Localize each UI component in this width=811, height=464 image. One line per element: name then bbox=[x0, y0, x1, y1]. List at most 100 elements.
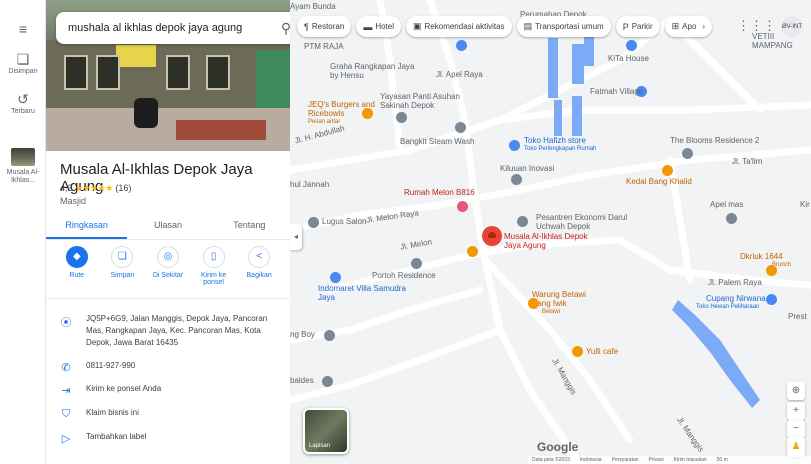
zoom-in-button[interactable]: + bbox=[787, 402, 805, 420]
tab-reviews[interactable]: Ulasan bbox=[127, 214, 208, 239]
map-label-bangkit[interactable]: Bangkit Steam Wash bbox=[400, 137, 474, 146]
map-label-graha[interactable]: Graha Rangkapan Jaya by Hensu bbox=[330, 62, 420, 80]
locate-me-button[interactable]: ⊕ bbox=[787, 382, 805, 400]
restaurant-icon[interactable] bbox=[662, 165, 673, 176]
collapse-panel-button[interactable]: ◂ bbox=[290, 224, 302, 250]
map-label-dkriuk[interactable]: Dkriuk 1644 bbox=[740, 252, 783, 261]
restaurant-icon[interactable] bbox=[467, 246, 478, 257]
map-label-yayasan[interactable]: Yayasan Panti Asuhan Sakinah Depok bbox=[380, 92, 468, 110]
restaurant-icon[interactable] bbox=[362, 108, 373, 119]
search-box[interactable]: mushala al ikhlas depok jaya agung ⚲ ✕ bbox=[56, 12, 290, 44]
chip-pharmacy[interactable]: ⊞ Apo › bbox=[664, 16, 713, 37]
map-label-kedai[interactable]: Kedai Bang Khalid bbox=[626, 177, 692, 186]
map-label-fatmah[interactable]: Fatmah Village bbox=[590, 87, 643, 96]
feedback-link[interactable]: Kirim masukan bbox=[674, 457, 707, 463]
tab-about[interactable]: Tentang bbox=[209, 214, 290, 239]
google-logo: Google bbox=[537, 440, 579, 454]
search-icon[interactable]: ⚲ bbox=[273, 20, 290, 37]
privacy-link[interactable]: Privasi bbox=[649, 457, 664, 463]
map-pin-icon[interactable] bbox=[308, 217, 319, 228]
chip-restaurants[interactable]: ¶ Restoran bbox=[297, 16, 352, 37]
left-rail: ≡ ❏ Disimpan ↺ Terbaru Musala Al-Ikhlas.… bbox=[0, 0, 46, 464]
map-label-apel-mas[interactable]: Apel mas bbox=[710, 200, 743, 209]
cafe-icon[interactable] bbox=[572, 346, 583, 357]
menu-button[interactable]: ≡ bbox=[0, 22, 46, 38]
search-input[interactable]: mushala al ikhlas depok jaya agung bbox=[68, 22, 273, 34]
zoom-out-button[interactable]: − bbox=[787, 420, 805, 438]
shop-icon[interactable] bbox=[457, 201, 468, 212]
chip-label: Rekomendasi aktivitas bbox=[424, 22, 505, 31]
recent-place-button[interactable]: Musala Al-Ikhlas... bbox=[0, 148, 46, 185]
map-label-warung-sub: Betawi bbox=[542, 309, 561, 315]
map-pin-icon[interactable] bbox=[726, 213, 737, 224]
map-pin-icon[interactable] bbox=[396, 112, 407, 123]
send-to-phone-button[interactable]: ▯ Kirim ke ponsel bbox=[193, 246, 235, 286]
scale-label[interactable]: 50 m bbox=[717, 457, 728, 463]
map-label-melon[interactable]: Rumah Melon B816 bbox=[404, 188, 475, 197]
layers-button[interactable]: Lapisan bbox=[303, 408, 349, 454]
map-label-warung[interactable]: Warung Betawi Bang Iwik bbox=[532, 290, 602, 308]
recent-button[interactable]: ↺ Terbaru bbox=[0, 92, 46, 115]
place-category[interactable]: Masjid bbox=[60, 196, 86, 206]
menu-icon: ≡ bbox=[18, 21, 28, 37]
map-label-ayam-bunda[interactable]: Ayam Bunda bbox=[290, 2, 336, 11]
chip-things-to-do[interactable]: ▣ Rekomendasi aktivitas bbox=[406, 16, 512, 37]
terms-link[interactable]: Persyaratan bbox=[612, 457, 639, 463]
chevron-right-icon[interactable]: › bbox=[702, 22, 705, 31]
map-label-pesantren[interactable]: Pesantren Ekonomi Darul Uchwah Depok bbox=[536, 213, 646, 231]
map-label-indomaret[interactable]: Indomaret Villa Samudra Jaya bbox=[318, 284, 408, 302]
apps-grid-icon[interactable]: ⋮⋮⋮ bbox=[737, 18, 776, 34]
map-pin-icon[interactable] bbox=[509, 140, 520, 151]
send-to-phone-row[interactable]: ⇥ Kirim ke ponsel Anda bbox=[46, 383, 290, 397]
address-row[interactable]: ⦿ JQ5P+6G9, Jalan Manggis, Depok Jaya, P… bbox=[46, 313, 290, 349]
transit-icon: ▤ bbox=[523, 21, 533, 31]
chip-parking[interactable]: P Parkir bbox=[615, 16, 660, 37]
add-label-row[interactable]: ▷ Tambahkan label bbox=[46, 431, 290, 445]
saved-button[interactable]: ❏ Disimpan bbox=[0, 52, 46, 75]
map-label-yulli[interactable]: Yulli cafe bbox=[586, 347, 618, 356]
save-button[interactable]: ❏ Simpan bbox=[101, 246, 143, 286]
map-label-prest: Prest bbox=[788, 312, 807, 321]
map-canvas[interactable]: Ayam Bunda Perumahan Depok PTM RAJA KiTa… bbox=[290, 0, 811, 464]
map-pin-icon[interactable] bbox=[682, 148, 693, 159]
map-label-baldes[interactable]: baldes bbox=[290, 376, 314, 385]
map-label-kiluuan[interactable]: Kiluuan Inovasi bbox=[500, 164, 554, 173]
map-label-blooms[interactable]: The Blooms Residence 2 bbox=[670, 136, 759, 145]
map-pin-icon[interactable] bbox=[766, 294, 777, 305]
map-label-cupang[interactable]: Cupang Nirwana bbox=[706, 294, 766, 303]
rating-row[interactable]: 4,3 ★★★★★ (16) bbox=[60, 183, 131, 194]
tab-overview[interactable]: Ringkasan bbox=[46, 214, 128, 239]
region-link[interactable]: Indonesia bbox=[580, 457, 602, 463]
restaurant-icon[interactable] bbox=[528, 298, 539, 309]
chip-transit[interactable]: ▤ Transportasi umum bbox=[516, 16, 611, 37]
map-label-kita-house[interactable]: KiTa House bbox=[608, 54, 649, 63]
map-pin-icon[interactable] bbox=[324, 330, 335, 341]
map-label-portoh[interactable]: Portoh Residence bbox=[372, 271, 436, 280]
claim-business-row[interactable]: ⛉ Klaim bisnis ini bbox=[46, 407, 290, 421]
map-label-boy[interactable]: ng Boy bbox=[290, 330, 315, 339]
map-label-musala[interactable]: Musala Al-Ikhlas Depok Jaya Agung bbox=[504, 232, 594, 250]
directions-button[interactable]: ◆ Rute bbox=[56, 246, 98, 286]
map-pin-icon[interactable] bbox=[626, 40, 637, 51]
directions-label: Rute bbox=[69, 272, 85, 279]
map-label-ptm-raja[interactable]: PTM RAJA bbox=[304, 42, 344, 51]
send-to-phone-text: Kirim ke ponsel Anda bbox=[86, 384, 162, 393]
map-pin-icon[interactable] bbox=[455, 122, 466, 133]
share-button[interactable]: < Bagikan bbox=[238, 246, 280, 286]
map-pin-icon[interactable] bbox=[517, 216, 528, 227]
map-pin-icon[interactable] bbox=[511, 174, 522, 185]
restaurant-icon[interactable] bbox=[766, 265, 777, 276]
map-pin-icon[interactable] bbox=[456, 40, 467, 51]
phone-row[interactable]: ✆ 0811-927-990 bbox=[46, 360, 290, 374]
map-pin-icon[interactable] bbox=[330, 272, 341, 283]
review-count[interactable]: (16) bbox=[115, 183, 131, 193]
chip-hotels[interactable]: ▬ Hotel bbox=[356, 16, 401, 37]
nearby-button[interactable]: ◎ Di Sekitar bbox=[147, 246, 189, 286]
map-label-hafizh[interactable]: Toko Hafizh store bbox=[524, 136, 586, 145]
map-label-lugus[interactable]: Lugus Salon bbox=[322, 217, 366, 226]
account-avatar[interactable]: ØV-INT bbox=[781, 16, 803, 38]
map-pin-icon[interactable] bbox=[411, 258, 422, 269]
map-pin-icon[interactable] bbox=[322, 376, 333, 387]
map-label-jannah[interactable]: hul Jannah bbox=[290, 180, 329, 189]
street-view-pegman-icon[interactable]: ♟ bbox=[787, 437, 805, 457]
